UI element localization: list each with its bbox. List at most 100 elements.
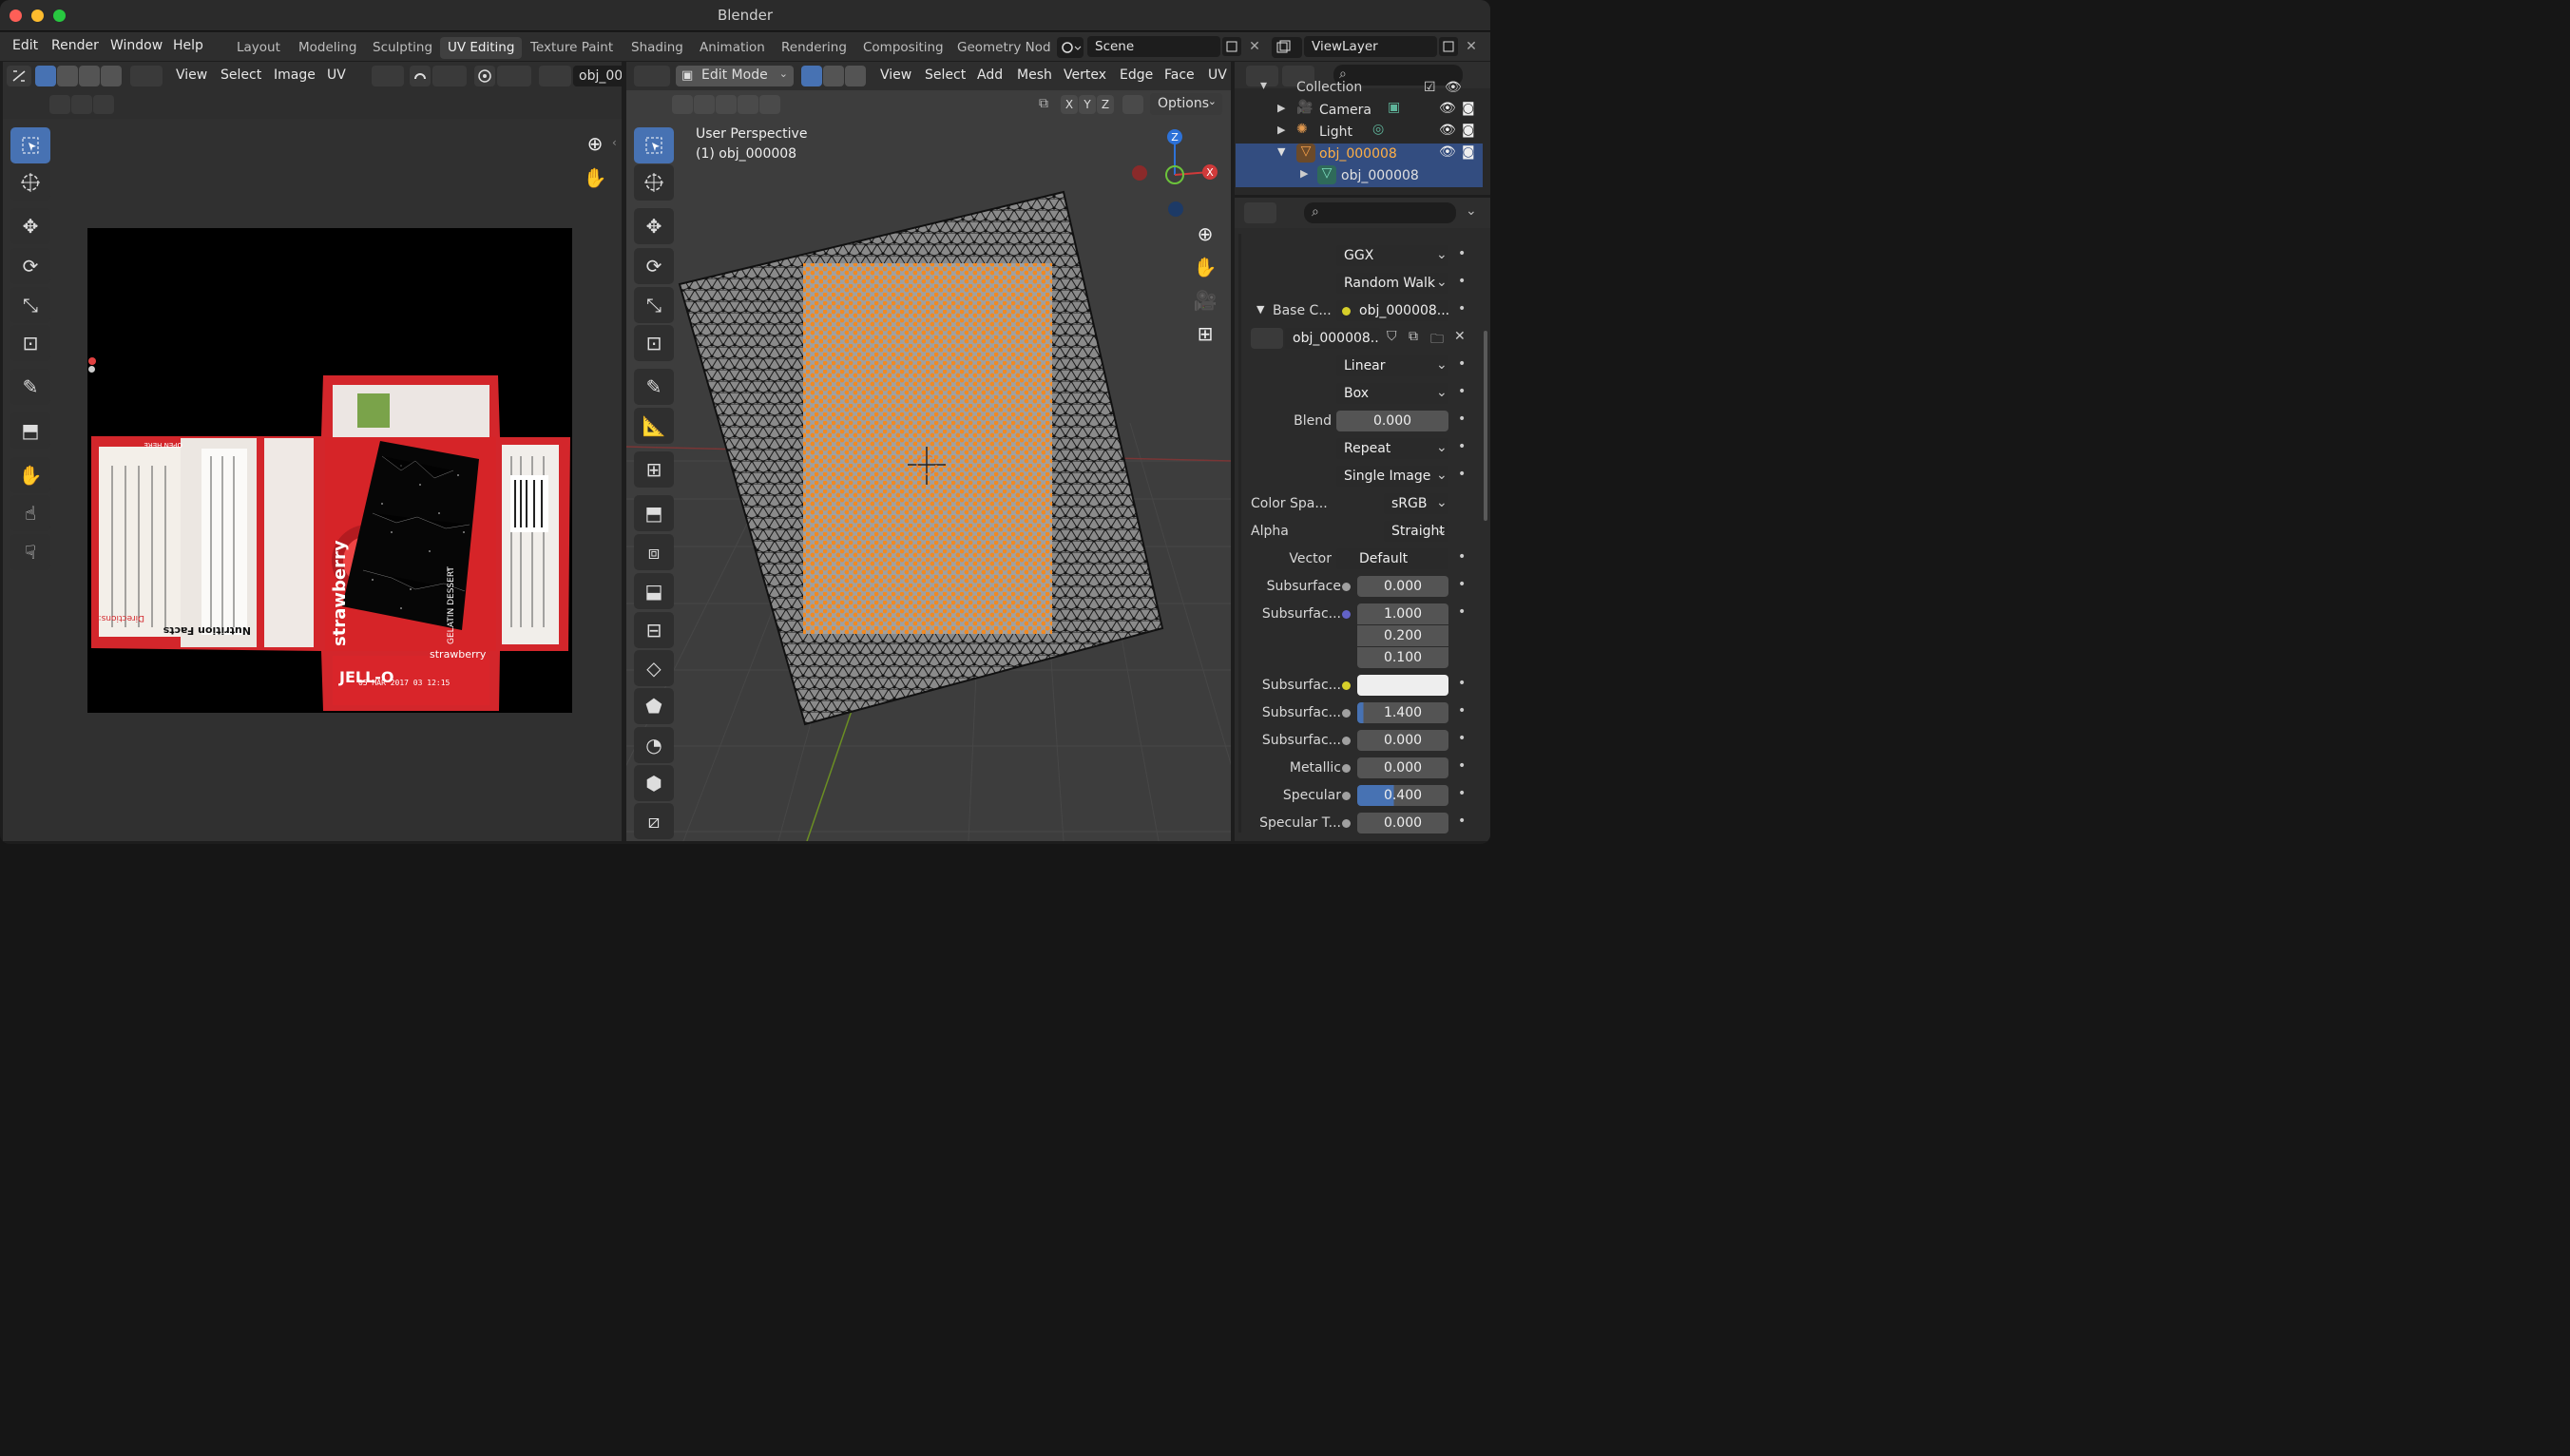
light-render-icon[interactable]: ◙ [1462,123,1475,138]
perspective-toggle-icon[interactable]: ⊞ [1188,316,1222,351]
uv-edge-select-icon[interactable] [57,66,78,86]
uv-menu-select[interactable]: Select [221,67,261,83]
subsurface-color-swatch[interactable] [1357,675,1448,696]
tab-geometry-nodes[interactable]: Geometry Nod [957,40,1051,55]
bevel-tool[interactable]: ⬓ [634,573,674,609]
move-tool[interactable]: ✥ [10,208,50,244]
tab-animation[interactable]: Animation [700,40,765,55]
snap-toggle-icon[interactable] [410,66,431,86]
face-select-mode-icon[interactable] [845,66,866,86]
float-socket-icon[interactable] [1342,583,1351,591]
vp-move-tool[interactable]: ✥ [634,208,674,244]
blend-field[interactable]: 0.000 [1336,411,1448,431]
select-extend-mode-icon[interactable] [71,95,92,114]
tab-texture-paint[interactable]: Texture Paint [530,40,613,55]
mirror-icon[interactable]: ⧉ [1039,96,1048,111]
keyframe-dot-icon[interactable]: • [1458,467,1466,482]
uv-sticky-select-icon[interactable] [130,66,163,86]
obj-eye-icon[interactable]: 👁 [1439,144,1456,160]
select-box-mode-icon[interactable] [49,95,70,114]
keyframe-dot-icon[interactable]: • [1458,439,1466,454]
keyframe-dot-icon[interactable]: • [1458,356,1466,372]
navigation-gizmo[interactable]: Z X [1130,126,1225,221]
vp-zoom-icon[interactable]: ⊕ [1188,217,1222,251]
cursor-tool[interactable] [10,164,50,201]
new-view-layer-icon[interactable] [1439,37,1458,56]
uv-sync-selection-icon[interactable] [7,66,31,86]
metallic-field[interactable]: 0.000 [1357,757,1448,778]
keyframe-dot-icon[interactable]: • [1458,549,1466,565]
viewport-menu-add[interactable]: Add [977,67,1003,83]
image-browse-icon[interactable] [539,66,571,86]
source-dropdown[interactable]: Single Image [1336,466,1448,487]
subsurface-ior-slider[interactable]: 1.400 [1357,702,1448,723]
subsurface-method-dropdown[interactable]: Random Walk [1336,273,1448,294]
expand-light-icon[interactable]: ▶ [1277,124,1285,136]
mirror-z-toggle[interactable]: Z [1097,95,1114,114]
unlink-image-icon[interactable]: ✕ [1454,329,1466,344]
sidebar-toggle-icon[interactable]: ‹ [612,136,617,149]
uv-image-name-field[interactable]: obj_000 [573,66,622,86]
vp-select-extend-icon[interactable] [694,95,715,114]
options-dropdown[interactable]: Options ⌄ [1150,93,1222,115]
image-name-field[interactable]: obj_000008.... [1285,328,1380,349]
vp-select-intersect-icon[interactable] [759,95,780,114]
vp-select-box-tool[interactable] [634,127,674,163]
keyframe-dot-icon[interactable]: • [1458,676,1466,691]
select-box-tool[interactable] [10,127,50,163]
vp-cursor-tool[interactable] [634,164,674,201]
obj-render-icon[interactable]: ◙ [1462,144,1475,160]
subsurface-radius-y-field[interactable]: 0.200 [1357,625,1448,646]
projection-dropdown[interactable]: Box [1336,383,1448,404]
viewport-menu-view[interactable]: View [880,67,911,83]
outliner-row-light[interactable]: ▶ ✺ Light ◎ 👁 ◙ [1236,122,1483,144]
uv-island-select-icon[interactable] [101,66,122,86]
keyframe-dot-icon[interactable]: • [1458,786,1466,801]
uv-menu-uv[interactable]: UV [327,67,346,83]
float-socket-icon[interactable] [1342,819,1351,828]
viewport-menu-select[interactable]: Select [925,67,966,83]
new-scene-icon[interactable] [1222,37,1241,56]
view-layer-name-field[interactable]: ViewLayer [1304,36,1437,57]
expand-camera-icon[interactable]: ▶ [1277,102,1285,114]
camera-eye-icon[interactable]: 👁 [1439,101,1456,116]
image-browse-icon[interactable] [1251,328,1283,349]
editor-type-icon[interactable] [634,66,670,86]
add-cube-tool[interactable]: ⊞ [634,451,674,488]
vp-select-invert-icon[interactable] [738,95,758,114]
smooth-tool[interactable]: ⬢ [634,765,674,801]
collection-eye-icon[interactable]: 👁 [1445,80,1462,95]
menu-window[interactable]: Window [110,38,163,53]
menu-render[interactable]: Render [51,38,99,53]
vp-pan-icon[interactable]: ✋ [1188,250,1222,284]
tab-rendering[interactable]: Rendering [781,40,847,55]
float-socket-icon[interactable] [1342,709,1351,718]
outliner-row-camera[interactable]: ▶ 🎥 Camera ▣ 👁 ◙ [1236,100,1483,122]
transform-tool[interactable]: ⊡ [10,325,50,361]
relax-tool[interactable]: ☝ [10,495,50,531]
mirror-x-toggle[interactable]: X [1061,95,1078,114]
pinch-tool[interactable]: ☟ [10,534,50,570]
mirror-y-toggle[interactable]: Y [1079,95,1096,114]
tab-layout[interactable]: Layout [237,40,280,55]
base-color-link-field[interactable]: obj_000008.... [1336,300,1448,321]
tab-shading[interactable]: Shading [631,40,683,55]
vector-link-field[interactable]: Default [1336,548,1448,569]
grab-tool[interactable]: ✋ [10,457,50,493]
falloff-icon[interactable] [497,66,531,86]
edge-select-mode-icon[interactable] [823,66,844,86]
outliner-row-mesh-data[interactable]: ▶ ▽ obj_000008 [1236,165,1483,187]
subsurface-radius-z-field[interactable]: 0.100 [1357,647,1448,668]
tab-uv-editing[interactable]: UV Editing [440,37,523,59]
vp-scale-tool[interactable]: ⤡ [634,287,674,323]
keyframe-dot-icon[interactable]: • [1458,577,1466,592]
collapse-base-color-icon[interactable]: ▼ [1256,303,1264,316]
subsurface-anisotropy-field[interactable]: 0.000 [1357,730,1448,751]
pan-hand-icon[interactable]: ✋ [578,161,612,195]
tab-modeling[interactable]: Modeling [298,40,356,55]
keyframe-dot-icon[interactable]: • [1458,758,1466,774]
float-socket-icon[interactable] [1342,737,1351,745]
viewport-menu-face[interactable]: Face [1164,67,1195,83]
keyframe-dot-icon[interactable]: • [1458,412,1466,427]
collapse-obj-icon[interactable]: ▼ [1277,145,1285,158]
